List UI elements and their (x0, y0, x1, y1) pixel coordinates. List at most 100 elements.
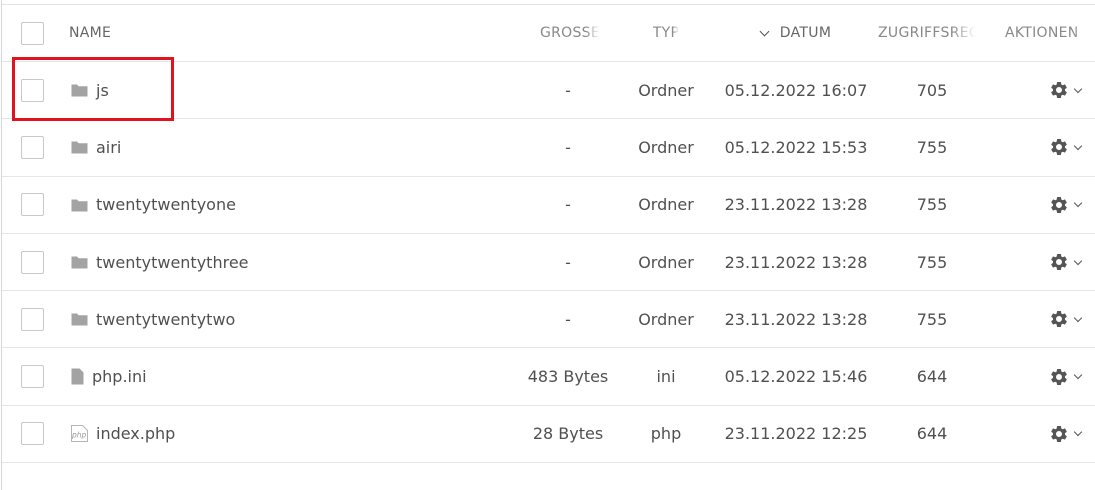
file-permissions: 755 (916, 195, 948, 215)
actions-menu-button[interactable] (1049, 309, 1083, 329)
file-permissions: 755 (916, 309, 948, 329)
file-type: Ordner (638, 80, 694, 100)
row-select-cell (21, 291, 45, 347)
file-name[interactable]: php.ini (92, 367, 147, 386)
file-date: 05.12.2022 15:46 (724, 367, 868, 387)
header-date[interactable]: DATUM (722, 5, 870, 61)
row-checkbox[interactable] (21, 78, 44, 102)
actions-menu-button[interactable] (1049, 137, 1083, 157)
header-select-cell (21, 5, 45, 61)
row-checkbox[interactable] (21, 193, 44, 217)
header-actions: AKTIONEN (1005, 5, 1095, 61)
file-date: 23.11.2022 12:25 (724, 424, 868, 444)
actions-cell (1002, 406, 1095, 462)
file-name[interactable]: airi (96, 138, 121, 157)
file-date: 05.12.2022 15:53 (724, 137, 868, 157)
file-type: Ordner (638, 137, 694, 157)
header-type-label: TYP (652, 25, 680, 41)
actions-cell (1002, 291, 1095, 347)
gear-icon (1051, 254, 1067, 271)
file-date: 23.11.2022 13:28 (724, 252, 868, 272)
select-all-checkbox[interactable] (21, 21, 44, 45)
gear-icon (1051, 139, 1067, 156)
table-row[interactable]: airi - Ordner 05.12.2022 15:53 755 (2, 119, 1095, 177)
header-date-label: DATUM (779, 25, 832, 41)
file-type: ini (656, 367, 676, 387)
file-name-cell[interactable]: twentytwentytwo (69, 291, 499, 347)
file-name-cell[interactable]: php index.php (69, 406, 499, 462)
file-name[interactable]: twentytwentyone (96, 195, 236, 214)
file-name[interactable]: twentytwentytwo (96, 310, 235, 329)
file-permissions: 755 (916, 252, 948, 272)
header-actions-label: AKTIONEN (1005, 25, 1079, 41)
actions-cell (1002, 234, 1095, 290)
php-file-icon: php (71, 425, 88, 443)
row-select-cell (21, 177, 45, 233)
file-type: Ordner (638, 252, 694, 272)
file-name[interactable]: twentytwentythree (96, 253, 249, 272)
file-type: php (650, 424, 682, 444)
header-permissions[interactable]: ZUGRIFFSREC (878, 5, 976, 61)
file-date: 05.12.2022 16:07 (724, 80, 868, 100)
table-row[interactable]: twentytwentyone - Ordner 23.11.2022 13:28 75… (2, 177, 1095, 234)
row-select-cell (21, 406, 45, 462)
file-name[interactable]: js (96, 81, 109, 100)
folder-icon (71, 255, 88, 269)
gear-icon (1051, 196, 1067, 213)
chevron-down-icon (1073, 428, 1083, 437)
actions-cell (1002, 177, 1095, 233)
table-row[interactable]: twentytwentythree - Ordner 23.11.2022 13:28… (2, 234, 1095, 292)
header-name[interactable]: NAME (69, 5, 499, 61)
table-row[interactable]: php index.php 28 Bytes php 23.11.2022 12:25 6… (2, 406, 1095, 464)
folder-icon (71, 198, 88, 212)
row-select-cell (21, 119, 45, 175)
file-permissions: 644 (916, 367, 948, 387)
file-type: Ordner (638, 309, 694, 329)
file-name-cell[interactable]: twentytwentyone (69, 177, 499, 233)
folder-icon (71, 312, 88, 326)
chevron-down-icon (1073, 141, 1083, 151)
actions-menu-button[interactable] (1049, 367, 1083, 387)
row-checkbox[interactable] (21, 422, 44, 446)
table-header: NAME GRÖSSE TYP DATUM ZUGRIFFSREC AKTION… (2, 5, 1095, 62)
svg-text:php: php (71, 431, 87, 440)
table-row[interactable]: twentytwentytwo - Ordner 23.11.2022 13:28 75… (2, 291, 1095, 349)
file-name-cell[interactable]: airi (69, 119, 499, 175)
table-row[interactable]: php.ini 483 Bytes ini 05.12.2022 15:46 644 (2, 348, 1095, 406)
actions-menu-button[interactable] (1049, 252, 1083, 272)
row-checkbox[interactable] (21, 365, 44, 389)
file-permissions: 755 (916, 137, 948, 157)
file-name-cell[interactable]: twentytwentythree (69, 234, 499, 290)
header-permissions-label: ZUGRIFFSREC (878, 25, 976, 41)
chevron-down-icon (1073, 313, 1083, 323)
actions-menu-button[interactable] (1049, 195, 1083, 215)
chevron-down-icon (1073, 84, 1083, 93)
gear-icon (1051, 425, 1067, 442)
actions-menu-button[interactable] (1049, 80, 1083, 100)
actions-menu-button[interactable] (1049, 424, 1083, 444)
row-checkbox[interactable] (21, 250, 44, 274)
table-row[interactable]: js - Ordner 05.12.2022 16:07 705 (2, 62, 1095, 120)
gear-icon (1051, 368, 1067, 385)
actions-cell (1002, 119, 1095, 175)
file-name-cell[interactable]: php.ini (69, 348, 499, 404)
file-permissions: 705 (916, 80, 948, 100)
file-name[interactable]: index.php (96, 424, 175, 443)
row-checkbox[interactable] (21, 135, 44, 159)
file-list: js - Ordner 05.12.2022 16:07 705 airi - Ordner 0… (2, 62, 1095, 464)
file-date: 23.11.2022 13:28 (724, 309, 868, 329)
file-table: NAME GRÖSSE TYP DATUM ZUGRIFFSREC AKTION… (2, 5, 1095, 464)
gear-icon (1051, 82, 1067, 99)
header-size-label: GRÖSSE (539, 25, 600, 41)
file-name-cell[interactable]: js (69, 62, 499, 118)
row-select-cell (21, 234, 45, 290)
file-type: Ordner (638, 195, 694, 215)
row-checkbox[interactable] (21, 307, 44, 331)
file-permissions: 644 (916, 424, 948, 444)
file-date: 23.11.2022 13:28 (724, 195, 868, 215)
folder-icon (71, 140, 88, 154)
chevron-down-icon (759, 26, 770, 36)
actions-cell (1002, 348, 1095, 404)
gear-icon (1051, 311, 1067, 328)
header-type[interactable]: TYP (612, 5, 720, 61)
